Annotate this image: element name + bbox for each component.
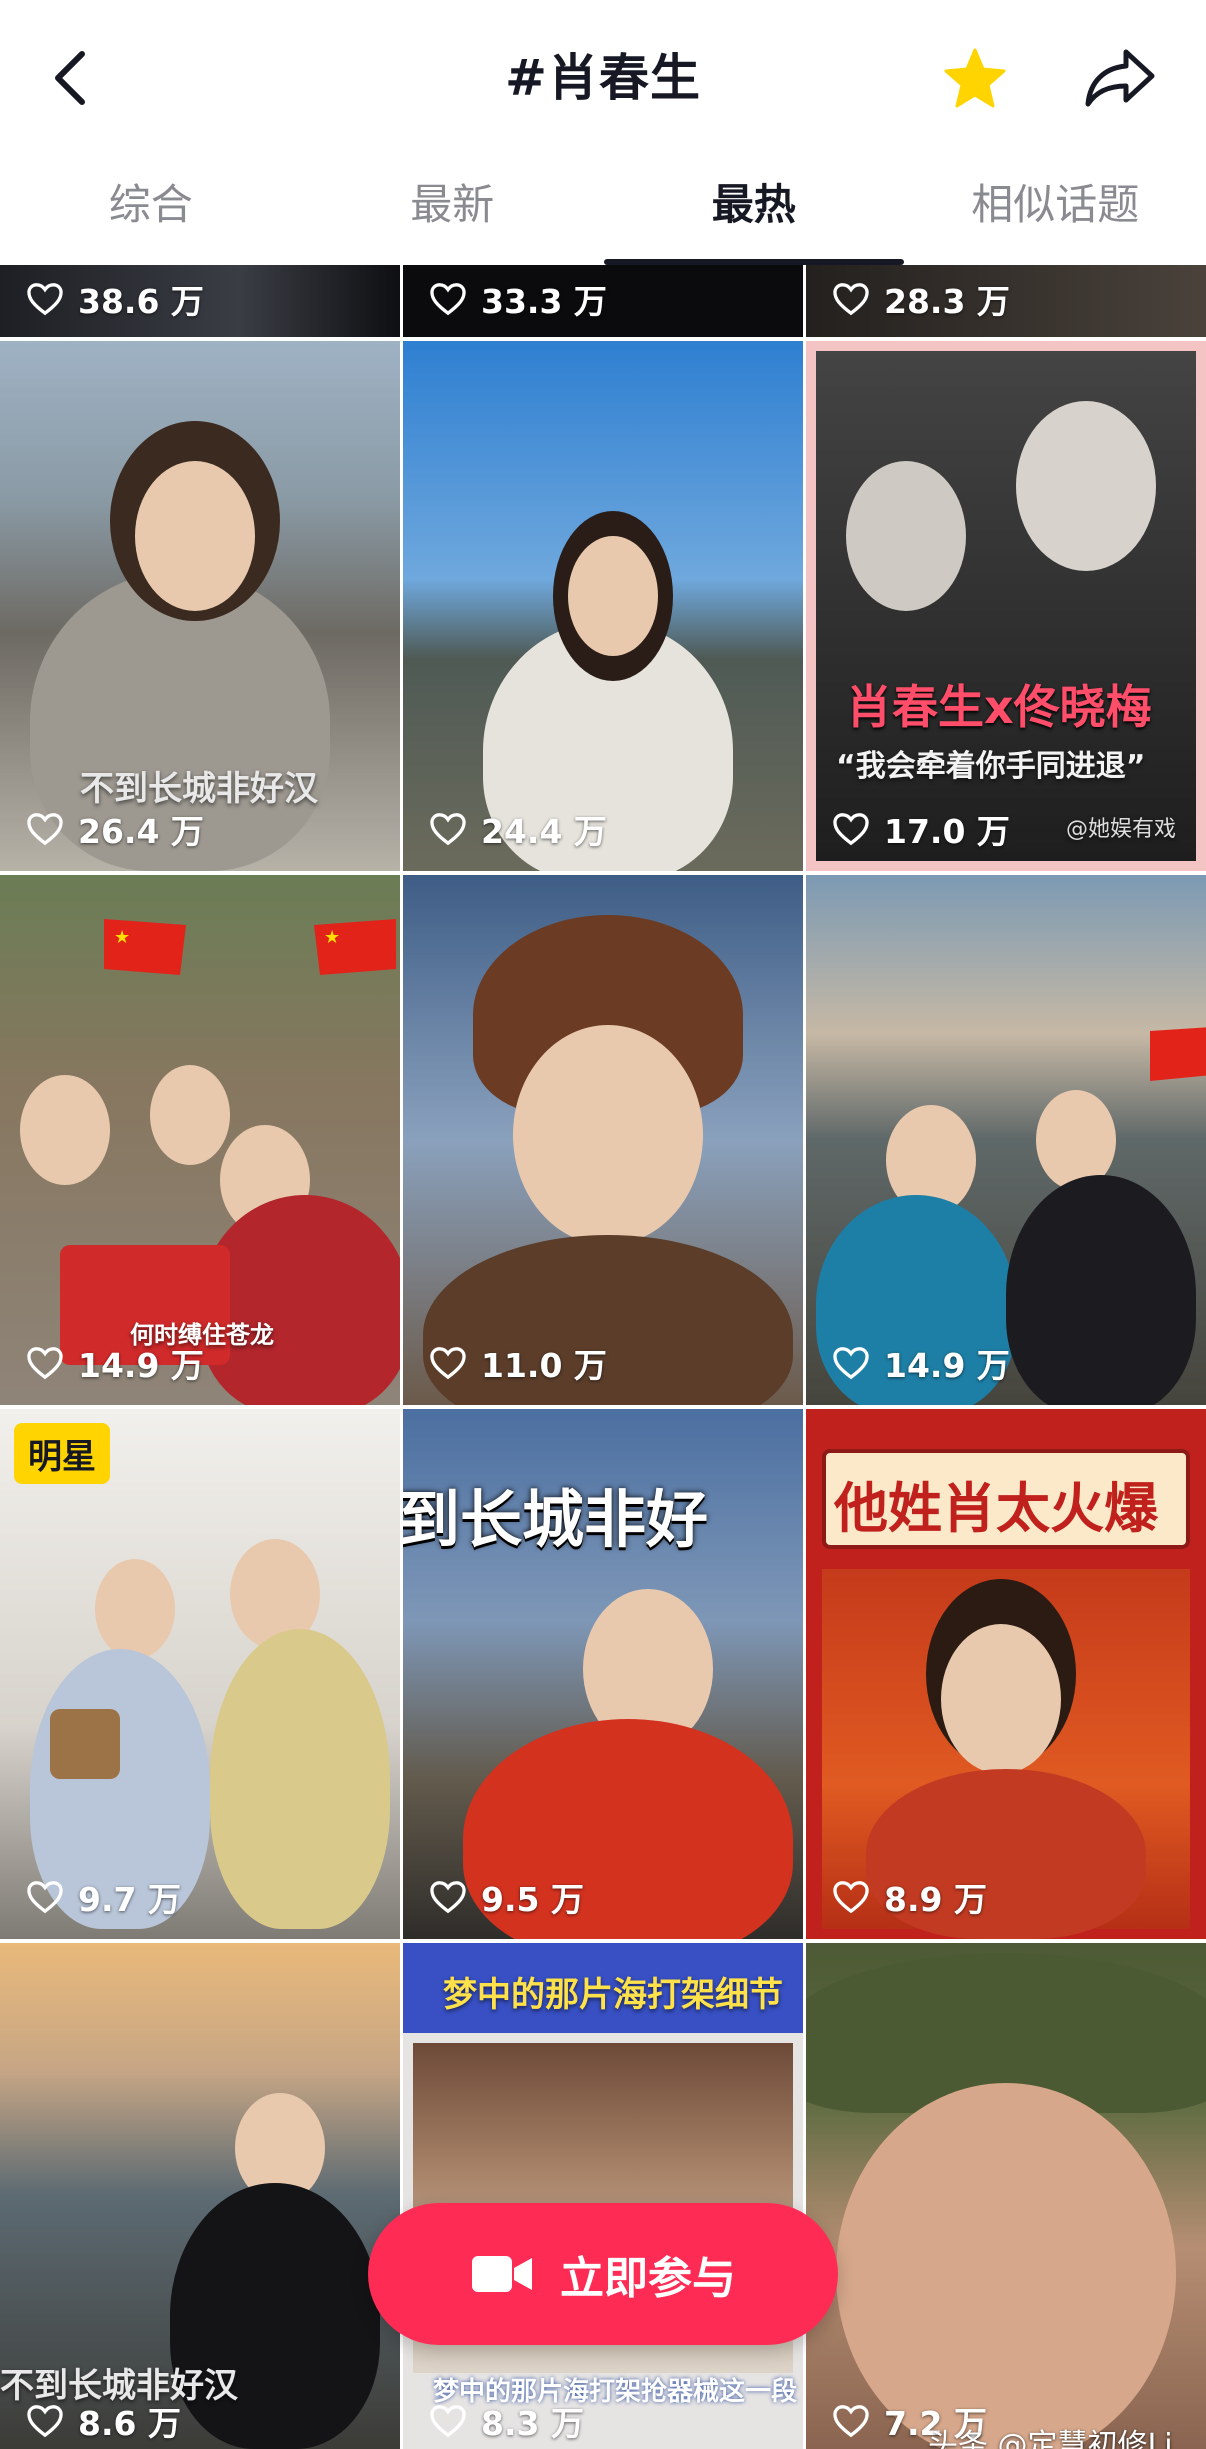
svg-text:★: ★ (114, 927, 130, 948)
share-arrow-icon (1085, 49, 1155, 107)
heart-icon (27, 1347, 63, 1380)
heart-icon (833, 2405, 869, 2438)
heart-icon (430, 2405, 466, 2438)
video-grid: 38.6 万 33.3 万 28.3 万 不到长城非好汉 26.4 万 24.4… (0, 265, 1206, 2449)
video-caption: 他姓肖太火爆 (834, 1477, 1158, 1540)
video-card[interactable]: 28.3 万 (806, 265, 1206, 337)
video-card[interactable]: 到长城非好 9.5 万 (403, 1409, 803, 1939)
top-bar: #肖春生 (0, 0, 1206, 165)
like-count: 8.9 万 (832, 1873, 987, 1921)
tab-bar: 综合 最新 最热 相似话题 (0, 165, 1206, 265)
like-count: 33.3 万 (429, 275, 607, 323)
flag-icon: ★ (314, 919, 396, 975)
like-count: 26.4 万 (26, 805, 204, 853)
heart-icon (430, 813, 466, 846)
topic-title: #肖春生 (505, 49, 701, 107)
like-count: 11.0 万 (429, 1339, 607, 1387)
heart-icon (27, 283, 63, 316)
heart-icon (833, 1347, 869, 1380)
video-thumbnail-figure (170, 2183, 380, 2449)
tab-similar-topics[interactable]: 相似话题 (905, 165, 1206, 265)
heart-icon (833, 813, 869, 846)
video-subcaption: “我会牵着你手同进退” (836, 749, 1146, 784)
heart-icon (27, 813, 63, 846)
like-count: 14.9 万 (26, 1339, 204, 1387)
flag-icon: ★ (104, 919, 186, 975)
celebrity-badge: 明星 (14, 1423, 110, 1484)
star-icon (944, 48, 1006, 108)
video-thumbnail-face (95, 1559, 175, 1659)
heart-icon (27, 1881, 63, 1914)
svg-text:★: ★ (324, 927, 340, 948)
video-thumbnail-figure (1006, 1175, 1196, 1405)
video-card[interactable]: 不到长城非好汉 8.6 万 (0, 1943, 400, 2449)
participate-label: 立即参与 (560, 2253, 736, 2304)
video-card[interactable]: 33.3 万 (403, 265, 803, 337)
video-thumbnail-face (150, 1065, 230, 1165)
like-count: 38.6 万 (26, 275, 204, 323)
video-camera-icon (472, 2256, 532, 2292)
video-caption: 不到长城非好汉 (80, 769, 318, 809)
like-count: 17.0 万 (832, 805, 1010, 853)
video-thumbnail-face (846, 461, 966, 611)
video-thumbnail-face (135, 461, 255, 611)
like-count: 28.3 万 (832, 275, 1010, 323)
video-thumbnail-figure (210, 1629, 390, 1929)
source-watermark: 头条 @定慧初修Li (928, 2428, 1173, 2449)
video-card[interactable]: 7.2 万 (806, 1943, 1206, 2449)
video-card[interactable]: 14.9 万 (806, 875, 1206, 1405)
like-count: 8.6 万 (26, 2397, 181, 2445)
tab-latest[interactable]: 最新 (302, 165, 604, 265)
video-thumbnail-face (941, 1624, 1061, 1774)
heart-icon (833, 1881, 869, 1914)
favorite-button[interactable] (940, 42, 1010, 114)
video-thumbnail-face (513, 1025, 703, 1245)
video-card[interactable]: 38.6 万 (0, 265, 400, 337)
video-card[interactable]: 明星 9.7 万 (0, 1409, 400, 1939)
video-caption: 到长城非好 (403, 1483, 709, 1556)
heart-icon (430, 1881, 466, 1914)
heart-icon (430, 1347, 466, 1380)
video-caption: 肖春生x佟晓梅 (846, 680, 1152, 734)
video-thumbnail-face (20, 1075, 110, 1185)
like-count: 8.3 万 (429, 2397, 584, 2445)
video-thumbnail-figure (200, 1195, 400, 1405)
heart-icon (27, 2405, 63, 2438)
like-count: 9.7 万 (26, 1873, 181, 1921)
video-card[interactable]: 24.4 万 (403, 341, 803, 871)
video-card[interactable]: 11.0 万 (403, 875, 803, 1405)
heart-icon (430, 283, 466, 316)
video-card[interactable]: 不到长城非好汉 26.4 万 (0, 341, 400, 871)
tab-comprehensive[interactable]: 综合 (0, 165, 302, 265)
like-count: 9.5 万 (429, 1873, 584, 1921)
video-card[interactable]: ★ ★ 何时缚住苍龙 14.9 万 (0, 875, 400, 1405)
participate-button[interactable]: 立即参与 (368, 2203, 838, 2345)
video-thumbnail-sticker (50, 1709, 120, 1779)
video-thumbnail-face (568, 536, 658, 656)
video-card[interactable]: 梦中的那片海打架细节 梦中的那片海打架抢器械这一段 8.3 万 (403, 1943, 803, 2449)
video-credit: @她娱有戏 (1066, 817, 1177, 842)
tab-hottest[interactable]: 最热 (603, 165, 905, 265)
video-caption: 梦中的那片海打架细节 (443, 1975, 783, 2015)
video-thumbnail-face (836, 2083, 1176, 2449)
share-button[interactable] (1080, 42, 1160, 114)
like-count: 14.9 万 (832, 1339, 1010, 1387)
flag-icon (1150, 1027, 1206, 1081)
video-card[interactable]: 肖春生x佟晓梅 “我会牵着你手同进退” @她娱有戏 17.0 万 (806, 341, 1206, 871)
heart-icon (833, 283, 869, 316)
video-card[interactable]: 他姓肖太火爆 8.9 万 (806, 1409, 1206, 1939)
video-thumbnail-face (1016, 401, 1156, 571)
like-count: 24.4 万 (429, 805, 607, 853)
